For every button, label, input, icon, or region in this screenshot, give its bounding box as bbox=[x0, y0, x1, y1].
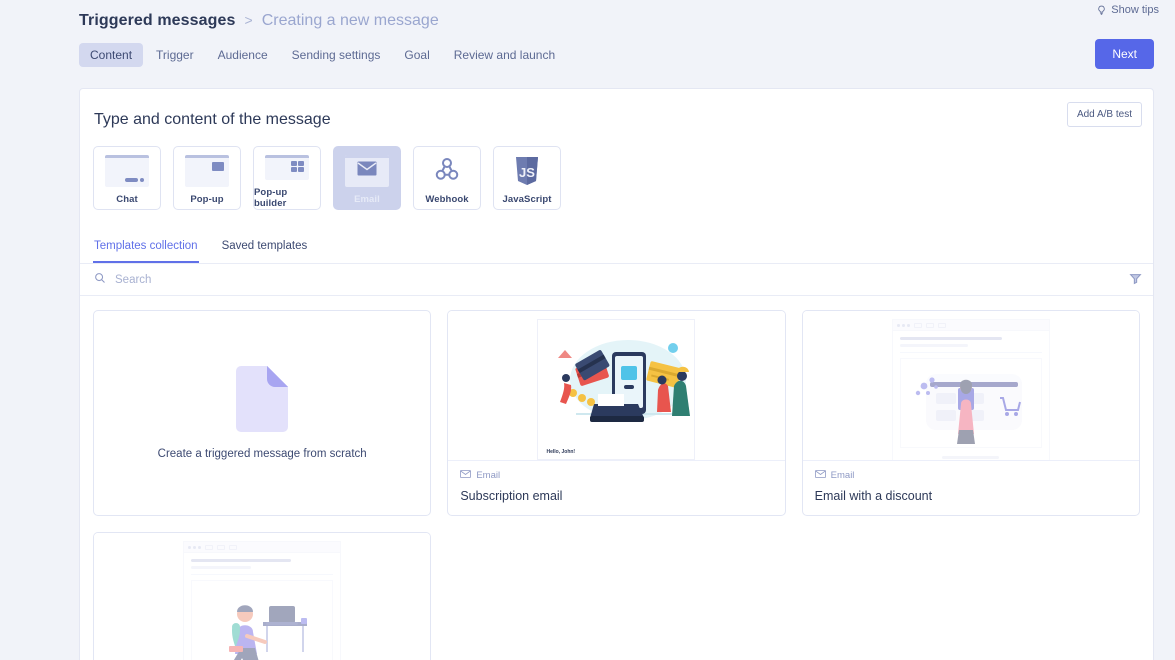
template-card-subscription-email[interactable]: Hello, John! Email Subscription email bbox=[447, 310, 786, 516]
message-type-email[interactable]: Email bbox=[333, 146, 401, 210]
preview-illustration bbox=[915, 374, 1022, 444]
template-title[interactable]: Email with a discount bbox=[815, 489, 1127, 503]
templates-grid: Create a triggered message from scratch bbox=[80, 296, 1153, 660]
tab-content[interactable]: Content bbox=[79, 43, 144, 67]
template-tabs: Templates collection Saved templates bbox=[80, 234, 1153, 264]
template-title[interactable]: Subscription email bbox=[460, 489, 772, 503]
show-tips-label: Show tips bbox=[1111, 4, 1159, 16]
search-input[interactable] bbox=[115, 273, 415, 286]
javascript-icon: JS bbox=[505, 155, 549, 187]
chat-thumb-icon bbox=[105, 155, 149, 187]
message-type-webhook[interactable]: Webhook bbox=[413, 146, 481, 210]
template-card-scratch[interactable]: Create a triggered message from scratch bbox=[93, 310, 432, 516]
template-footer: Email Email with a discount bbox=[802, 460, 1139, 515]
filter-icon[interactable] bbox=[1129, 272, 1142, 290]
message-type-label: Pop-up builder bbox=[254, 187, 288, 209]
next-button[interactable]: Next bbox=[1095, 39, 1154, 69]
template-preview bbox=[802, 311, 1139, 460]
content-panel: Type and content of the message Add A/B … bbox=[79, 88, 1154, 660]
tab-review-and-launch[interactable]: Review and launch bbox=[443, 43, 566, 67]
lightbulb-icon bbox=[1096, 5, 1107, 16]
tab-audience[interactable]: Audience bbox=[207, 43, 279, 67]
webhook-icon bbox=[425, 155, 469, 187]
message-type-label: Pop-up bbox=[190, 194, 224, 205]
envelope-icon bbox=[345, 155, 389, 187]
breadcrumb: Triggered messages > Creating a new mess… bbox=[0, 12, 1175, 30]
preview-illustration bbox=[558, 340, 691, 422]
tab-templates-collection[interactable]: Templates collection bbox=[93, 234, 199, 263]
message-type-label: Webhook bbox=[425, 194, 469, 205]
template-footer: Email Subscription email bbox=[448, 460, 785, 515]
template-card-welcome-email[interactable]: Email Welcome email bbox=[93, 532, 432, 660]
tab-trigger[interactable]: Trigger bbox=[145, 43, 205, 67]
step-tabs: Content Trigger Audience Sending setting… bbox=[79, 43, 1175, 67]
search-icon bbox=[94, 271, 106, 289]
template-title: Create a triggered message from scratch bbox=[157, 448, 367, 460]
svg-text:JS: JS bbox=[519, 165, 535, 180]
status-badge: Email bbox=[814, 470, 1127, 481]
breadcrumb-separator: > bbox=[244, 12, 253, 28]
template-card-email-with-a-discount[interactable]: Email Email with a discount bbox=[801, 310, 1140, 516]
tab-sending-settings[interactable]: Sending settings bbox=[281, 43, 392, 67]
preview-greeting: Hello, John! bbox=[546, 449, 576, 455]
badge-label: Email bbox=[830, 470, 855, 481]
envelope-icon bbox=[814, 470, 826, 481]
message-type-label: Chat bbox=[116, 194, 138, 205]
panel-header: Type and content of the message Add A/B … bbox=[80, 89, 1153, 129]
template-preview bbox=[94, 533, 431, 660]
message-type-label: Email bbox=[354, 194, 380, 205]
message-type-label: JavaScript bbox=[502, 194, 552, 205]
message-type-chat[interactable]: Chat bbox=[93, 146, 161, 210]
page-header: Triggered messages > Creating a new mess… bbox=[0, 0, 1175, 73]
badge-label: Email bbox=[476, 470, 501, 481]
message-type-pop-up[interactable]: Pop-up bbox=[173, 146, 241, 210]
breadcrumb-root[interactable]: Triggered messages bbox=[79, 12, 236, 30]
show-tips-button[interactable]: Show tips bbox=[1096, 4, 1159, 16]
template-preview: Hello, John! bbox=[448, 311, 785, 460]
popup-thumb-icon bbox=[185, 155, 229, 187]
preview-illustration bbox=[229, 605, 308, 660]
envelope-glyph bbox=[357, 161, 377, 181]
breadcrumb-current: Creating a new message bbox=[261, 12, 439, 29]
popup-builder-thumb-icon bbox=[265, 155, 309, 180]
message-type-javascript[interactable]: JS JavaScript bbox=[493, 146, 561, 210]
step-tabs-row: Content Trigger Audience Sending setting… bbox=[0, 39, 1175, 73]
tab-saved-templates[interactable]: Saved templates bbox=[221, 234, 309, 263]
page-title: Type and content of the message bbox=[94, 111, 331, 128]
envelope-icon bbox=[460, 470, 472, 481]
status-badge: Email bbox=[460, 470, 772, 481]
add-ab-test-button[interactable]: Add A/B test bbox=[1066, 102, 1142, 127]
search-bar bbox=[80, 264, 1153, 296]
message-type-cards: Chat Pop-up Pop-up builder Email Webhook… bbox=[80, 129, 1153, 210]
tab-goal[interactable]: Goal bbox=[393, 43, 440, 67]
document-icon bbox=[236, 366, 289, 432]
message-type-pop-up-builder[interactable]: Pop-up builder bbox=[253, 146, 321, 210]
